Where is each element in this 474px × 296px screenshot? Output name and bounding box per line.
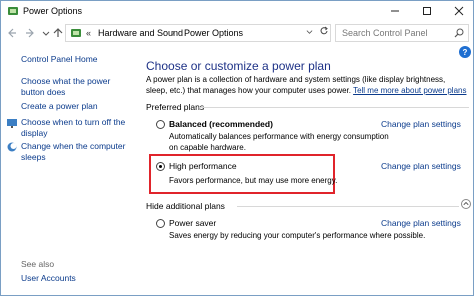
highlight-box <box>149 154 335 194</box>
balanced-plan-name[interactable]: Balanced (recommended) <box>169 119 273 129</box>
power-button-link[interactable]: Choose what the power button does <box>21 76 133 98</box>
power-saver-radio[interactable] <box>156 219 165 228</box>
power-options-window: Power Options « Hardware and Sound › Pow… <box>0 0 474 296</box>
window-title: Power Options <box>23 6 83 16</box>
breadcrumb-separator[interactable]: › <box>172 28 175 37</box>
minimize-icon <box>391 10 399 12</box>
close-button[interactable] <box>445 1 473 21</box>
minimize-button[interactable] <box>381 1 409 21</box>
high-performance-radio[interactable] <box>156 162 165 171</box>
close-icon <box>454 6 464 16</box>
create-power-plan-link[interactable]: Create a power plan <box>21 101 98 112</box>
maximize-icon <box>423 7 431 15</box>
address-dropdown-icon[interactable] <box>306 28 313 37</box>
power-saver-change-settings-link[interactable]: Change plan settings <box>381 218 461 228</box>
power-plans-help-link[interactable]: Tell me more about power plans <box>353 86 466 95</box>
main-content: ? Choose or customize a power plan A pow… <box>141 45 473 295</box>
divider <box>199 107 469 108</box>
high-performance-change-settings-link[interactable]: Change plan settings <box>381 161 461 171</box>
user-accounts-link[interactable]: User Accounts <box>21 273 76 283</box>
search-icon <box>454 28 464 38</box>
up-button[interactable] <box>51 26 65 40</box>
power-saver-plan-name[interactable]: Power saver <box>169 218 216 228</box>
control-panel-icon <box>71 29 81 37</box>
hide-additional-plans-toggle[interactable]: Hide additional plans <box>146 201 225 211</box>
refresh-button[interactable] <box>319 26 329 39</box>
chevron-up-icon <box>463 201 469 206</box>
forward-button[interactable] <box>23 26 37 40</box>
see-also-label: See also <box>21 259 55 269</box>
up-arrow-icon <box>53 28 63 37</box>
refresh-icon <box>320 26 328 35</box>
high-performance-plan-desc: Favors performance, but may use more ene… <box>169 176 338 185</box>
breadcrumb-overflow[interactable]: « <box>86 28 91 38</box>
power-saver-plan-desc: Saves energy by reducing your computer's… <box>169 231 426 240</box>
help-icon: ? <box>462 47 468 57</box>
forward-arrow-icon <box>26 28 34 38</box>
maximize-button[interactable] <box>413 1 441 21</box>
computer-sleeps-link[interactable]: Change when the computer sleeps <box>21 141 133 163</box>
title-bar: Power Options <box>1 1 473 21</box>
search-placeholder: Search Control Panel <box>342 28 428 38</box>
page-title: Choose or customize a power plan <box>146 59 331 73</box>
intro-text: A power plan is a collection of hardware… <box>146 74 468 96</box>
chevron-down-icon <box>42 31 50 36</box>
help-button[interactable]: ? <box>459 46 471 58</box>
sleep-shield-icon <box>7 142 17 152</box>
balanced-radio[interactable] <box>156 120 165 129</box>
back-arrow-icon <box>8 28 16 38</box>
balanced-change-settings-link[interactable]: Change plan settings <box>381 119 461 129</box>
preferred-plans-label: Preferred plans <box>146 102 205 112</box>
balanced-plan-desc: Automatically balances performance with … <box>169 132 389 152</box>
turn-off-display-link[interactable]: Choose when to turn off the display <box>21 117 129 139</box>
power-options-icon <box>8 7 18 15</box>
breadcrumb[interactable]: « Hardware and Sound › Power Options <box>65 24 331 42</box>
breadcrumb-power-options[interactable]: Power Options <box>184 28 243 38</box>
divider <box>237 206 459 207</box>
breadcrumb-hardware-and-sound[interactable]: Hardware and Sound <box>98 28 183 38</box>
high-performance-plan-name[interactable]: High performance <box>169 161 237 171</box>
back-button[interactable] <box>5 26 19 40</box>
collapse-button[interactable] <box>461 199 471 209</box>
address-bar: « Hardware and Sound › Power Options Sea… <box>1 22 473 44</box>
display-shield-icon <box>7 119 17 128</box>
left-nav-pane: Control Panel Home Choose what the power… <box>1 45 141 295</box>
search-input[interactable]: Search Control Panel <box>335 24 469 42</box>
control-panel-home-link[interactable]: Control Panel Home <box>21 54 98 65</box>
